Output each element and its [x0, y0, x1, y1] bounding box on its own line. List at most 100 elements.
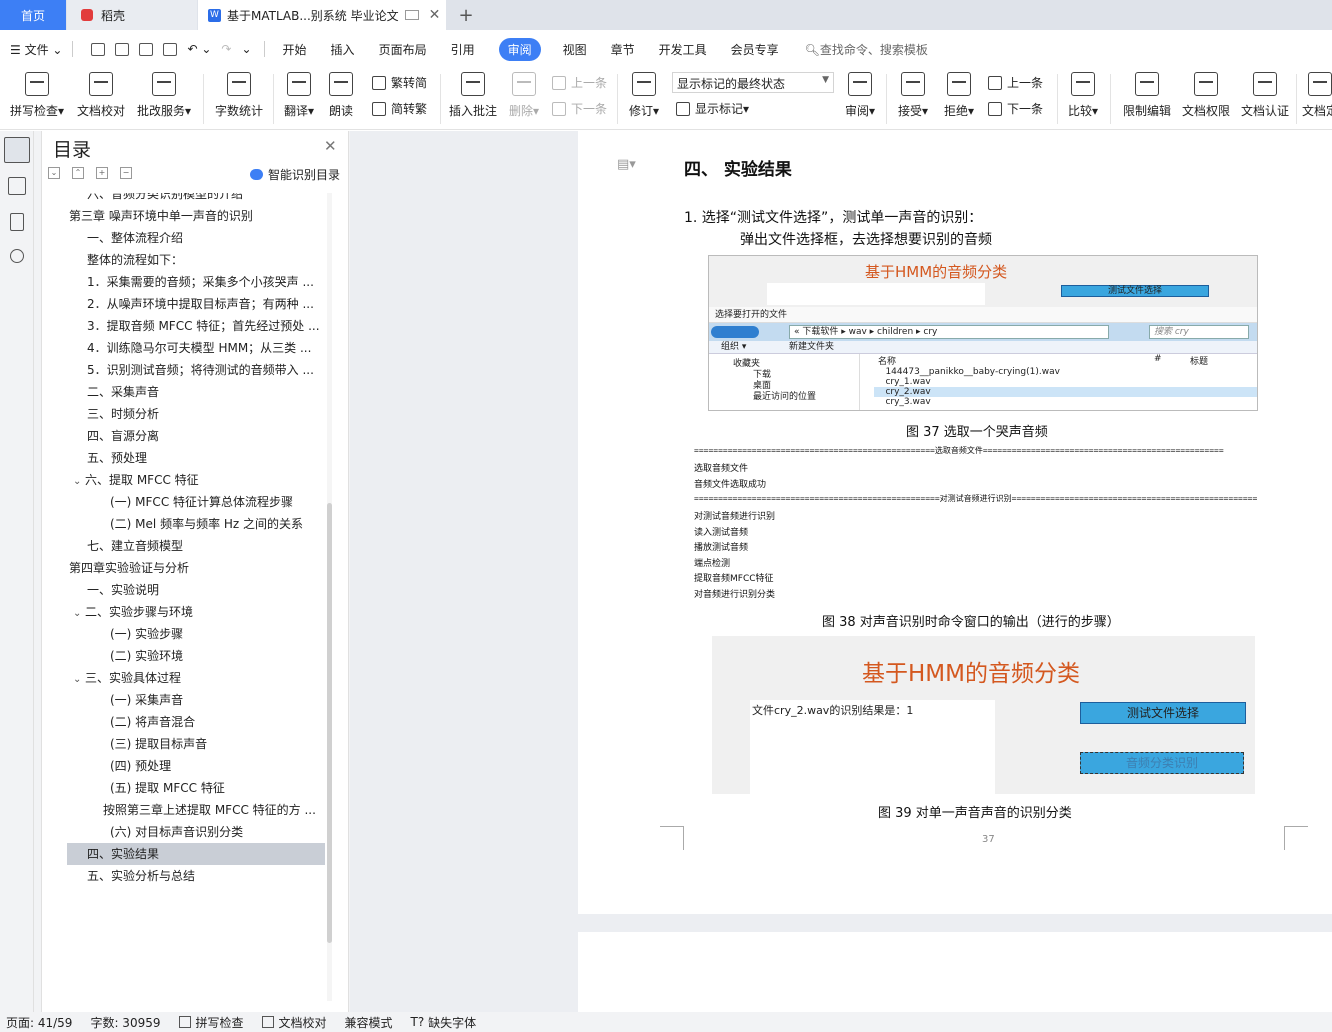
page-counter[interactable]: 页面: 41/59 — [6, 1014, 72, 1031]
chevron-down-icon[interactable]: ⌄ — [241, 42, 251, 56]
menu-start[interactable]: 开始 — [283, 41, 307, 58]
toc-item[interactable]: ⌄ 二、实验步骤与环境 — [67, 601, 325, 623]
word-count-button[interactable]: 字数统计 — [212, 68, 266, 119]
toc-item[interactable]: (四) 预处理 — [67, 755, 325, 777]
compare-button[interactable]: 比较▾ — [1064, 68, 1102, 119]
toc-item[interactable]: ⌄ 三、实验具体过程 — [67, 667, 325, 689]
save-icon[interactable] — [91, 42, 106, 56]
toc-item[interactable]: ⌄ 六、提取 MFCC 特征 — [67, 469, 325, 491]
review-pane-button[interactable]: 审阅▾ — [842, 68, 878, 119]
read-aloud-button[interactable]: 朗读 — [324, 68, 358, 119]
toc-item[interactable]: 3．提取音频 MFCC 特征；首先经过预处 ... — [67, 315, 325, 337]
reject-button[interactable]: 拒绝▾ — [940, 68, 978, 119]
toc-item[interactable]: 按照第三章上述提取 MFCC 特征的方 ... — [67, 799, 325, 821]
missing-font-status[interactable]: T? 缺失字体 — [411, 1014, 477, 1031]
toc-item[interactable]: (一) MFCC 特征计算总体流程步骤 — [67, 491, 325, 513]
toc-item[interactable]: (三) 提取目标声音 — [67, 733, 325, 755]
expand-all-icon[interactable]: ⌃ — [72, 167, 84, 179]
menu-references[interactable]: 引用 — [451, 41, 475, 58]
close-icon[interactable]: ✕ — [324, 137, 337, 155]
toc-item[interactable]: (二) Mel 频率与频率 Hz 之间的关系 — [67, 513, 325, 535]
trad-simp-button[interactable]: 繁转简 — [372, 74, 427, 91]
toc-item[interactable]: 整体的流程如下： — [67, 249, 325, 271]
export-icon[interactable] — [115, 42, 130, 56]
print-icon[interactable] — [139, 42, 154, 56]
file-menu[interactable]: ☰ 文件 ⌄ — [10, 41, 62, 58]
next-comment-button[interactable]: 下一条 — [552, 100, 607, 117]
toc-item[interactable]: ⌄第四章实验验证与分析 — [67, 557, 325, 579]
command-search[interactable]: 🔍︎查找命令、搜索模板 — [805, 41, 928, 58]
menu-page-layout[interactable]: 页面布局 — [379, 41, 427, 58]
redo-icon[interactable]: ↷ — [221, 42, 231, 56]
restrict-edit-button[interactable]: 限制编辑 — [1120, 68, 1174, 119]
toc-item[interactable]: (二) 实验环境 — [67, 645, 325, 667]
markup-state-select[interactable]: 显示标记的最终状态 ▼ — [672, 72, 834, 93]
undo-icon[interactable]: ↶ ⌄ — [187, 42, 211, 56]
menu-section[interactable]: 章节 — [611, 41, 635, 58]
toc-scrollbar[interactable] — [327, 193, 332, 1001]
show-markup-button[interactable]: 显示标记 ▾ — [676, 100, 749, 117]
simp-trad-button[interactable]: 简转繁 — [372, 100, 427, 117]
collapse-all-icon[interactable]: ⌄ — [48, 167, 60, 179]
remove-level-icon[interactable]: − — [120, 167, 132, 179]
menu-insert[interactable]: 插入 — [331, 41, 355, 58]
word-count-status[interactable]: 字数: 30959 — [90, 1014, 160, 1031]
revise-button[interactable]: 修订▾ — [624, 68, 664, 119]
menu-developer[interactable]: 开发工具 — [659, 41, 707, 58]
toc-item[interactable]: 三、时频分析 — [67, 403, 325, 425]
chevron-down-icon[interactable]: ⌄ — [73, 603, 85, 623]
compat-mode-status[interactable]: 兼容模式 — [345, 1014, 393, 1031]
menu-view[interactable]: 视图 — [563, 41, 587, 58]
tab-document[interactable]: W 基于MATLAB...别系统 毕业论文 ✕ — [198, 0, 446, 30]
toc-item[interactable]: 七、建立音频模型 — [67, 535, 325, 557]
toc-item[interactable]: 四、实验结果 — [67, 843, 325, 865]
doc-auth-button[interactable]: 文档认证 — [1238, 68, 1292, 119]
next-change-button[interactable]: 下一条 — [988, 100, 1043, 117]
prev-comment-button[interactable]: 上一条 — [552, 74, 607, 91]
toc-item[interactable]: 四、盲源分离 — [67, 425, 325, 447]
insert-comment-button[interactable]: 插入批注 — [448, 68, 498, 119]
chevron-down-icon[interactable]: ⌄ — [73, 471, 85, 491]
delete-comment-button[interactable]: 删除▾ — [506, 68, 542, 119]
toc-item[interactable]: 2．从噪声环境中提取目标声音；有两种 ... — [67, 293, 325, 315]
toc-item[interactable]: 一、实验说明 — [67, 579, 325, 601]
scrollbar-thumb[interactable] — [327, 503, 332, 943]
toc-panel-icon[interactable] — [4, 137, 30, 163]
menu-review[interactable]: 审阅 — [498, 37, 541, 61]
add-level-icon[interactable]: + — [96, 167, 108, 179]
accept-button[interactable]: 接受▾ — [894, 68, 932, 119]
smart-toc-button[interactable]: 智能识别目录 — [250, 166, 340, 183]
menu-member[interactable]: 会员专享 — [731, 41, 779, 58]
toc-item[interactable]: (一) 实验步骤 — [67, 623, 325, 645]
toc-item[interactable]: 五、预处理 — [67, 447, 325, 469]
toc-item[interactable]: 二、采集声音 — [67, 381, 325, 403]
spellcheck-status[interactable]: 拼写检查 — [178, 1014, 244, 1031]
search-icon[interactable] — [10, 249, 24, 263]
translate-button[interactable]: 翻译▾ — [280, 68, 318, 119]
doc-rights-button[interactable]: 文档权限 — [1180, 68, 1232, 119]
doc-proof-status[interactable]: 文档校对 — [261, 1014, 327, 1031]
toc-item[interactable]: 六、音频分类识别模型的介绍 — [67, 193, 325, 205]
tab-home[interactable]: 首页 — [0, 0, 66, 30]
chevron-down-icon[interactable]: ⌄ — [73, 669, 85, 689]
paragraph-handle-icon[interactable]: ▤▾ — [617, 157, 636, 172]
tab-daoke[interactable]: 稻壳 — [67, 0, 197, 30]
toc-item[interactable]: 4．训练隐马尔可夫模型 HMM；从三类 ... — [67, 337, 325, 359]
toc-item[interactable]: 5．识别测试音频；将待测试的音频带入 ... — [67, 359, 325, 381]
navigation-icon[interactable] — [8, 177, 26, 195]
toc-item[interactable]: (五) 提取 MFCC 特征 — [67, 777, 325, 799]
toc-item[interactable]: (二) 将声音混合 — [67, 711, 325, 733]
toc-item[interactable]: (一) 采集声音 — [67, 689, 325, 711]
toc-item[interactable]: (六) 对目标声音识别分类 — [67, 821, 325, 843]
doc-finalize-button[interactable]: 文档定 — [1302, 68, 1332, 119]
toc-item[interactable]: ⌄第三章 噪声环境中单一声音的识别 — [67, 205, 325, 227]
batch-service-button[interactable]: 批改服务▾ — [134, 68, 194, 119]
monitor-icon[interactable] — [404, 10, 419, 20]
toc-item[interactable]: 五、实验分析与总结 — [67, 865, 325, 887]
doc-proof-button[interactable]: 文档校对 — [74, 68, 128, 119]
new-tab-button[interactable]: + — [455, 0, 477, 30]
bookmark-icon[interactable] — [10, 213, 24, 231]
print-preview-icon[interactable] — [163, 42, 178, 56]
prev-change-button[interactable]: 上一条 — [988, 74, 1043, 91]
toc-item[interactable]: 一、整体流程介绍 — [67, 227, 325, 249]
